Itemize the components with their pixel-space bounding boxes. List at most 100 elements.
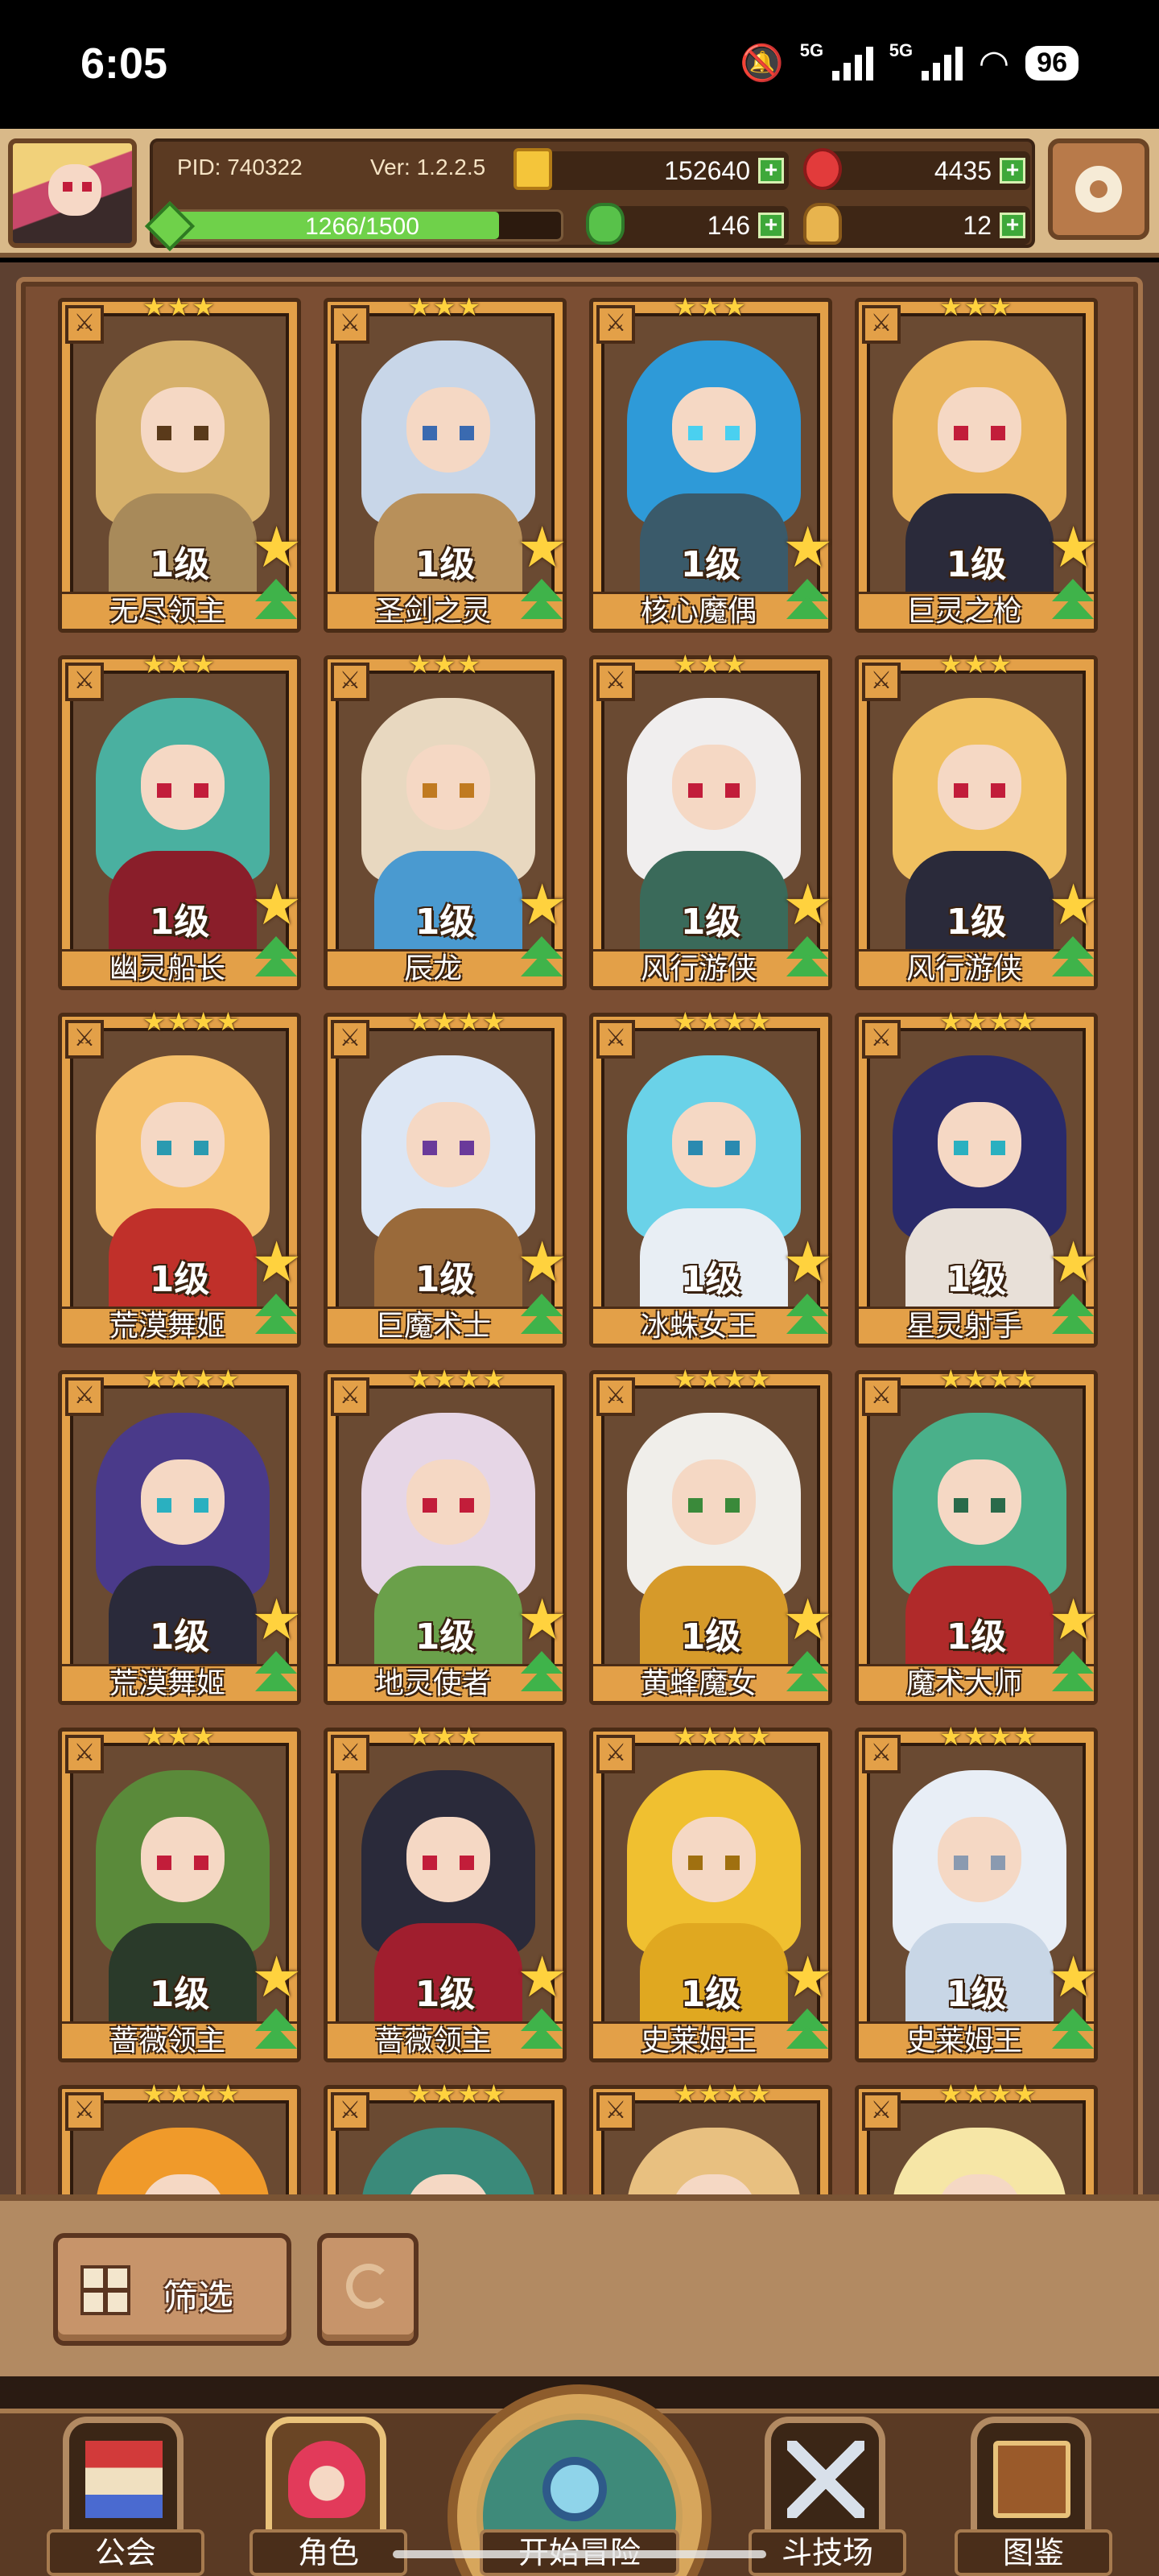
experience-bar: 1266/1500 — [144, 200, 563, 252]
favorite-star-icon[interactable]: ★ — [782, 1234, 833, 1290]
hero-card[interactable]: ⚔ ★ ★ ★ ★ 1级 ★ 地灵使者 — [324, 1366, 567, 1705]
favorite-star-icon[interactable]: ★ — [782, 1591, 833, 1648]
add-bread-button[interactable]: + — [1000, 213, 1025, 238]
hero-class-icon: ⚔ — [862, 2092, 901, 2131]
upgrade-arrow-icon[interactable] — [250, 579, 302, 630]
upgrade-arrow-icon[interactable] — [516, 1294, 567, 1345]
hero-card[interactable]: ⚔ ★ ★ ★ 1级 ★ 无尽领主 — [58, 298, 302, 633]
hero-name: 史莱姆王 — [905, 2025, 1022, 2058]
hero-card[interactable]: ⚔ ★ ★ ★ 1级 ★ 风行游侠 — [855, 651, 1099, 990]
rarity-star-icon: ★ — [482, 1364, 505, 1394]
upgrade-arrow-icon[interactable] — [250, 936, 302, 988]
nav-arena[interactable]: 斗技场 — [740, 2409, 914, 2576]
hero-card[interactable]: ⚔ ★ ★ ★ 1级 ★ 幽灵船长 — [58, 651, 302, 990]
hero-card[interactable]: ⚔ ★★★★★ — [589, 2081, 832, 2199]
hero-card[interactable]: ⚔ ★ ★ ★ ★ 1级 ★ 魔术大师 — [855, 1366, 1099, 1705]
hero-card[interactable]: ⚔ ★ ★ ★ ★ 1级 ★ 史莱姆王 — [855, 1724, 1099, 2062]
favorite-star-icon[interactable]: ★ — [517, 519, 567, 576]
nav-codex-label: 图鉴 — [955, 2529, 1112, 2576]
favorite-star-icon[interactable]: ★ — [782, 519, 833, 576]
favorite-star-icon[interactable]: ★ — [1048, 1949, 1099, 2005]
hero-card[interactable]: ⚔ ★ ★ ★ 1级 ★ 核心魔偶 — [589, 298, 833, 633]
favorite-star-icon[interactable]: ★ — [1048, 1591, 1099, 1648]
hero-card[interactable]: ⚔ ★ ★ ★ 1级 ★ 圣剑之灵 — [324, 298, 567, 633]
hero-rarity-stars: ★ ★ ★ ★ — [408, 1009, 505, 1036]
hero-class-icon: ⚔ — [862, 663, 901, 701]
bread-icon — [803, 203, 842, 245]
hero-rarity-stars: ★ ★ ★ — [939, 651, 1012, 679]
favorite-star-icon[interactable]: ★ — [517, 877, 567, 933]
add-gold-button[interactable]: + — [758, 158, 784, 184]
rarity-star-icon: ★ — [217, 1006, 240, 1037]
favorite-star-icon[interactable]: ★ — [1048, 519, 1099, 576]
hero-card[interactable]: ⚔ ★ ★ ★ ★ 1级 ★ 史莱姆王 — [589, 1724, 833, 2062]
hero-card[interactable]: ⚔ ★ ★ ★ ★ 1级 ★ 荒漠舞姬 — [58, 1009, 302, 1348]
settings-button[interactable] — [1048, 138, 1149, 240]
upgrade-arrow-icon[interactable] — [1047, 1294, 1099, 1345]
filter-button[interactable]: 筛选 — [53, 2233, 291, 2346]
hero-card[interactable]: ⚔ ★ ★ ★ ★ 1级 ★ 荒漠舞姬 — [58, 1366, 302, 1705]
upgrade-arrow-icon[interactable] — [250, 1294, 302, 1345]
upgrade-arrow-icon[interactable] — [250, 2008, 302, 2060]
rarity-star-icon: ★ — [674, 1006, 697, 1037]
player-avatar[interactable] — [8, 138, 137, 248]
upgrade-arrow-icon[interactable] — [516, 579, 567, 630]
hero-card[interactable]: ⚔ ★★★★★ — [58, 2081, 301, 2199]
favorite-star-icon[interactable]: ★ — [782, 877, 833, 933]
upgrade-arrow-icon[interactable] — [782, 2008, 833, 2060]
hero-card-grid[interactable]: ⚔ ★ ★ ★ 1级 ★ 无尽领主 ⚔ ★ ★ ★ 1级 ★ 圣剑之灵 ⚔ ★ ★ ★ 1级 ★ 核心魔偶 ⚔ ★ ★ ★ 1级 ★… — [58, 298, 1101, 2199]
rarity-star-icon: ★ — [142, 298, 166, 322]
hero-card[interactable]: ⚔ ★ ★ ★ 1级 ★ 风行游侠 — [589, 651, 833, 990]
favorite-star-icon[interactable]: ★ — [517, 1234, 567, 1290]
hero-card[interactable]: ⚔ ★ ★ ★ 1级 ★ 蔷薇领主 — [58, 1724, 302, 2062]
hero-name: 幽灵船长 — [109, 952, 225, 985]
favorite-star-icon[interactable]: ★ — [251, 519, 302, 576]
hero-card[interactable]: ⚔ ★ ★ ★ 1级 ★ 辰龙 — [324, 651, 567, 990]
favorite-star-icon[interactable]: ★ — [251, 1234, 302, 1290]
hero-card[interactable]: ⚔ ★ ★ ★ 1级 ★ 巨灵之枪 — [855, 298, 1099, 633]
hero-name: 风行游侠 — [640, 952, 757, 985]
upgrade-arrow-icon[interactable] — [1047, 936, 1099, 988]
nav-codex[interactable]: 图鉴 — [947, 2409, 1120, 2576]
hero-card[interactable]: ⚔ ★ ★ ★ ★ 1级 ★ 巨魔术士 — [324, 1009, 567, 1348]
favorite-star-icon[interactable]: ★ — [251, 1949, 302, 2005]
upgrade-arrow-icon[interactable] — [250, 1651, 302, 1703]
upgrade-arrow-icon[interactable] — [1047, 579, 1099, 630]
upgrade-arrow-icon[interactable] — [516, 1651, 567, 1703]
hero-class-icon: ⚔ — [596, 663, 635, 701]
hero-card[interactable]: ⚔ ★ ★ ★ 1级 ★ 蔷薇领主 — [324, 1724, 567, 2062]
upgrade-arrow-icon[interactable] — [782, 936, 833, 988]
favorite-star-icon[interactable]: ★ — [782, 1949, 833, 2005]
rarity-star-icon: ★ — [167, 649, 191, 679]
favorite-star-icon[interactable]: ★ — [517, 1949, 567, 2005]
add-ruby-button[interactable]: + — [1000, 158, 1025, 184]
rarity-star-icon: ★ — [748, 1721, 771, 1752]
add-clover-button[interactable]: + — [758, 213, 784, 238]
refresh-button[interactable] — [317, 2233, 419, 2346]
favorite-star-icon[interactable]: ★ — [251, 877, 302, 933]
upgrade-arrow-icon[interactable] — [516, 936, 567, 988]
favorite-star-icon[interactable]: ★ — [1048, 877, 1099, 933]
hero-card[interactable]: ⚔ ★ ★ ★ ★ 1级 ★ 黄蜂魔女 — [589, 1366, 833, 1705]
hero-card[interactable]: ⚔ ★ ★ ★ ★ 1级 ★ 冰蛛女王 — [589, 1009, 833, 1348]
hero-card[interactable]: ⚔ ★★★★★ — [324, 2081, 567, 2199]
hero-card[interactable]: ⚔ ★★★★★ — [855, 2081, 1098, 2199]
nav-characters[interactable]: 角色 — [241, 2409, 415, 2576]
nav-start-adventure[interactable]: 开始冒险 — [448, 2376, 711, 2576]
hero-class-icon: ⚔ — [65, 305, 104, 344]
upgrade-arrow-icon[interactable] — [1047, 2008, 1099, 2060]
nav-guild[interactable]: 公会 — [39, 2409, 212, 2576]
upgrade-arrow-icon[interactable] — [1047, 1651, 1099, 1703]
hero-class-icon: ⚔ — [862, 1377, 901, 1416]
upgrade-arrow-icon[interactable] — [782, 1651, 833, 1703]
favorite-star-icon[interactable]: ★ — [517, 1591, 567, 1648]
upgrade-arrow-icon[interactable] — [782, 579, 833, 630]
gesture-bar[interactable] — [393, 2550, 766, 2558]
rarity-star-icon: ★ — [963, 649, 988, 679]
upgrade-arrow-icon[interactable] — [782, 1294, 833, 1345]
hero-class-icon: ⚔ — [596, 1377, 635, 1416]
favorite-star-icon[interactable]: ★ — [251, 1591, 302, 1648]
upgrade-arrow-icon[interactable] — [516, 2008, 567, 2060]
hero-card[interactable]: ⚔ ★ ★ ★ ★ 1级 ★ 星灵射手 — [855, 1009, 1099, 1348]
favorite-star-icon[interactable]: ★ — [1048, 1234, 1099, 1290]
